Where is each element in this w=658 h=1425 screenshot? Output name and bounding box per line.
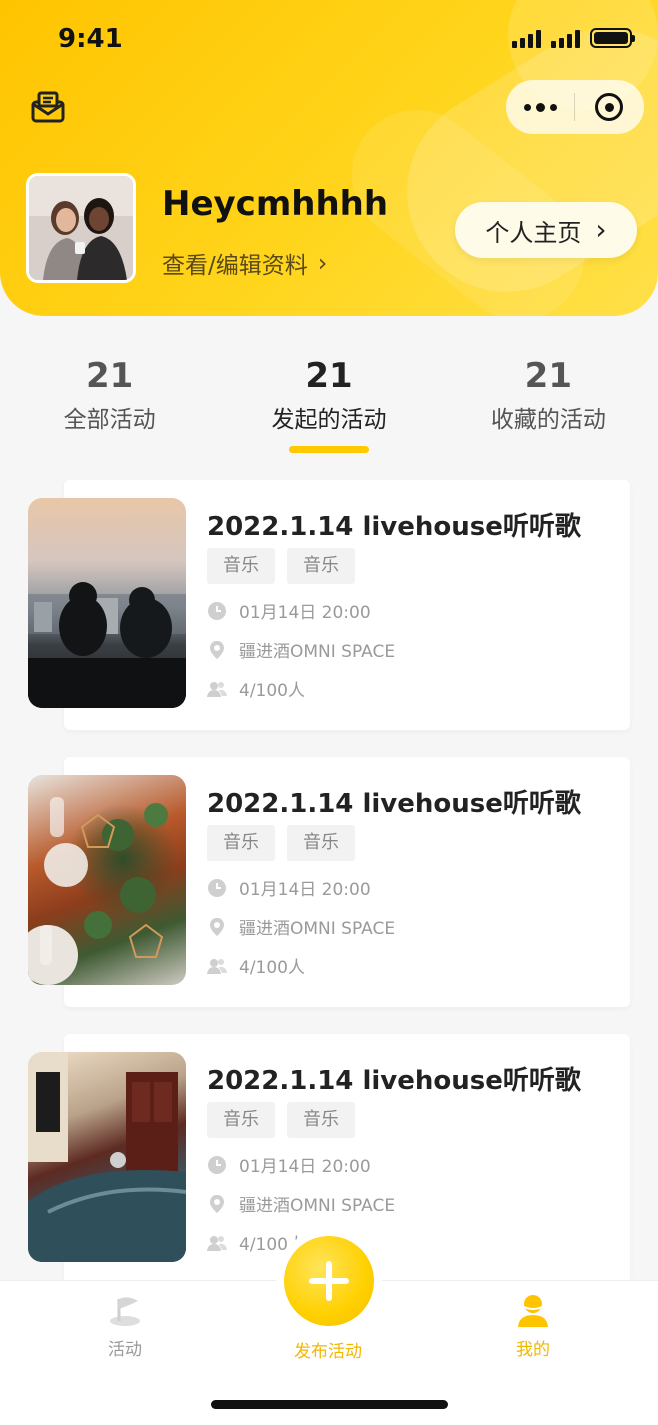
battery-icon	[590, 28, 635, 48]
close-mini-program-icon[interactable]	[575, 80, 643, 134]
activity-people-row: 4/100人	[207, 1230, 305, 1255]
tab-activity[interactable]: 活动	[65, 1293, 185, 1360]
status-bar: 9:41	[0, 0, 658, 80]
publish-activity-button[interactable]	[284, 1236, 374, 1326]
activity-title: 2022.1.14 livehouse听听歌	[207, 1066, 581, 1096]
location-pin-icon	[207, 1194, 227, 1214]
activity-time-row: 01月14日 20:00	[207, 598, 371, 623]
activity-people-row: 4/100人	[207, 676, 305, 701]
plus-icon	[309, 1261, 349, 1301]
activity-location: 疆进酒OMNI SPACE	[239, 1196, 396, 1216]
clock-icon	[207, 601, 227, 621]
chevron-right-icon: ›	[595, 213, 607, 246]
activity-tag: 音乐	[287, 548, 355, 584]
personal-homepage-label: 个人主页	[485, 218, 582, 247]
activity-people: 4/100人	[239, 958, 305, 978]
tab-all-activities[interactable]: 21 全部活动	[0, 350, 219, 460]
tab-label: 活动	[108, 1340, 142, 1360]
avatar[interactable]	[26, 173, 136, 283]
activity-location: 疆进酒OMNI SPACE	[239, 919, 396, 939]
people-icon	[207, 956, 227, 976]
activity-tags: 音乐 音乐	[207, 1102, 355, 1138]
activity-location-row: 疆进酒OMNI SPACE	[207, 1191, 395, 1216]
signal-icon	[512, 28, 541, 48]
activity-tag: 音乐	[207, 548, 275, 584]
stat-label: 发起的活动	[271, 407, 387, 433]
stat-label: 全部活动	[63, 407, 156, 433]
username: Heycmhhhh	[162, 184, 389, 224]
profile-header: 9:41 Heycmhhhh 查看/编辑资料 › 个人主页 ›	[0, 0, 658, 316]
activity-cover-image[interactable]	[28, 775, 186, 985]
activity-title: 2022.1.14 livehouse听听歌	[207, 789, 581, 819]
activity-tab-icon	[65, 1293, 185, 1327]
activity-tag: 音乐	[207, 1102, 275, 1138]
mini-program-capsule	[506, 80, 644, 134]
chevron-right-icon: ›	[317, 249, 328, 277]
activity-people-row: 4/100人	[207, 953, 305, 978]
stat-count: 21	[524, 356, 572, 396]
activity-stats-tabs: 21 全部活动 21 发起的活动 21 收藏的活动	[0, 350, 658, 460]
activity-time-row: 01月14日 20:00	[207, 875, 371, 900]
activity-people: 4/100人	[239, 681, 305, 701]
tab-favorited-activities[interactable]: 21 收藏的活动	[439, 350, 658, 460]
activity-tag: 音乐	[287, 825, 355, 861]
activity-time: 01月14日 20:00	[239, 880, 371, 900]
personal-homepage-button[interactable]: 个人主页 ›	[455, 202, 637, 258]
mail-icon[interactable]	[30, 90, 66, 124]
activity-tags: 音乐 音乐	[207, 548, 355, 584]
tab-label: 我的	[516, 1340, 550, 1360]
tab-publish[interactable]: 发布活动	[268, 1337, 388, 1362]
activity-tag: 音乐	[207, 825, 275, 861]
more-icon[interactable]	[506, 80, 574, 134]
status-icons	[512, 28, 635, 48]
home-indicator	[211, 1400, 448, 1409]
people-icon	[207, 1233, 227, 1253]
stat-label: 收藏的活动	[490, 407, 606, 433]
clock-icon	[207, 878, 227, 898]
activity-tags: 音乐 音乐	[207, 825, 355, 861]
user-tab-icon	[473, 1293, 593, 1327]
people-icon	[207, 679, 227, 699]
activity-title: 2022.1.14 livehouse听听歌	[207, 512, 581, 542]
location-pin-icon	[207, 640, 227, 660]
wifi-icon	[551, 28, 580, 48]
location-pin-icon	[207, 917, 227, 937]
tab-initiated-activities[interactable]: 21 发起的活动	[219, 350, 438, 460]
stat-count: 21	[86, 356, 134, 396]
activity-time-row: 01月14日 20:00	[207, 1152, 371, 1177]
edit-profile-link[interactable]: 查看/编辑资料 ›	[162, 246, 327, 280]
stat-count: 21	[305, 356, 353, 396]
tab-mine[interactable]: 我的	[473, 1293, 593, 1360]
activity-tag: 音乐	[287, 1102, 355, 1138]
activity-time: 01月14日 20:00	[239, 1157, 371, 1177]
active-tab-indicator	[288, 446, 369, 453]
activity-location-row: 疆进酒OMNI SPACE	[207, 914, 395, 939]
clock-icon	[207, 1155, 227, 1175]
tab-label: 发布活动	[294, 1342, 362, 1362]
status-time: 9:41	[58, 24, 123, 54]
activity-cover-image[interactable]	[28, 1052, 186, 1262]
activity-cover-image[interactable]	[28, 498, 186, 708]
activity-location: 疆进酒OMNI SPACE	[239, 642, 396, 662]
activity-location-row: 疆进酒OMNI SPACE	[207, 637, 395, 662]
edit-profile-label: 查看/编辑资料	[162, 253, 308, 279]
activity-time: 01月14日 20:00	[239, 603, 371, 623]
